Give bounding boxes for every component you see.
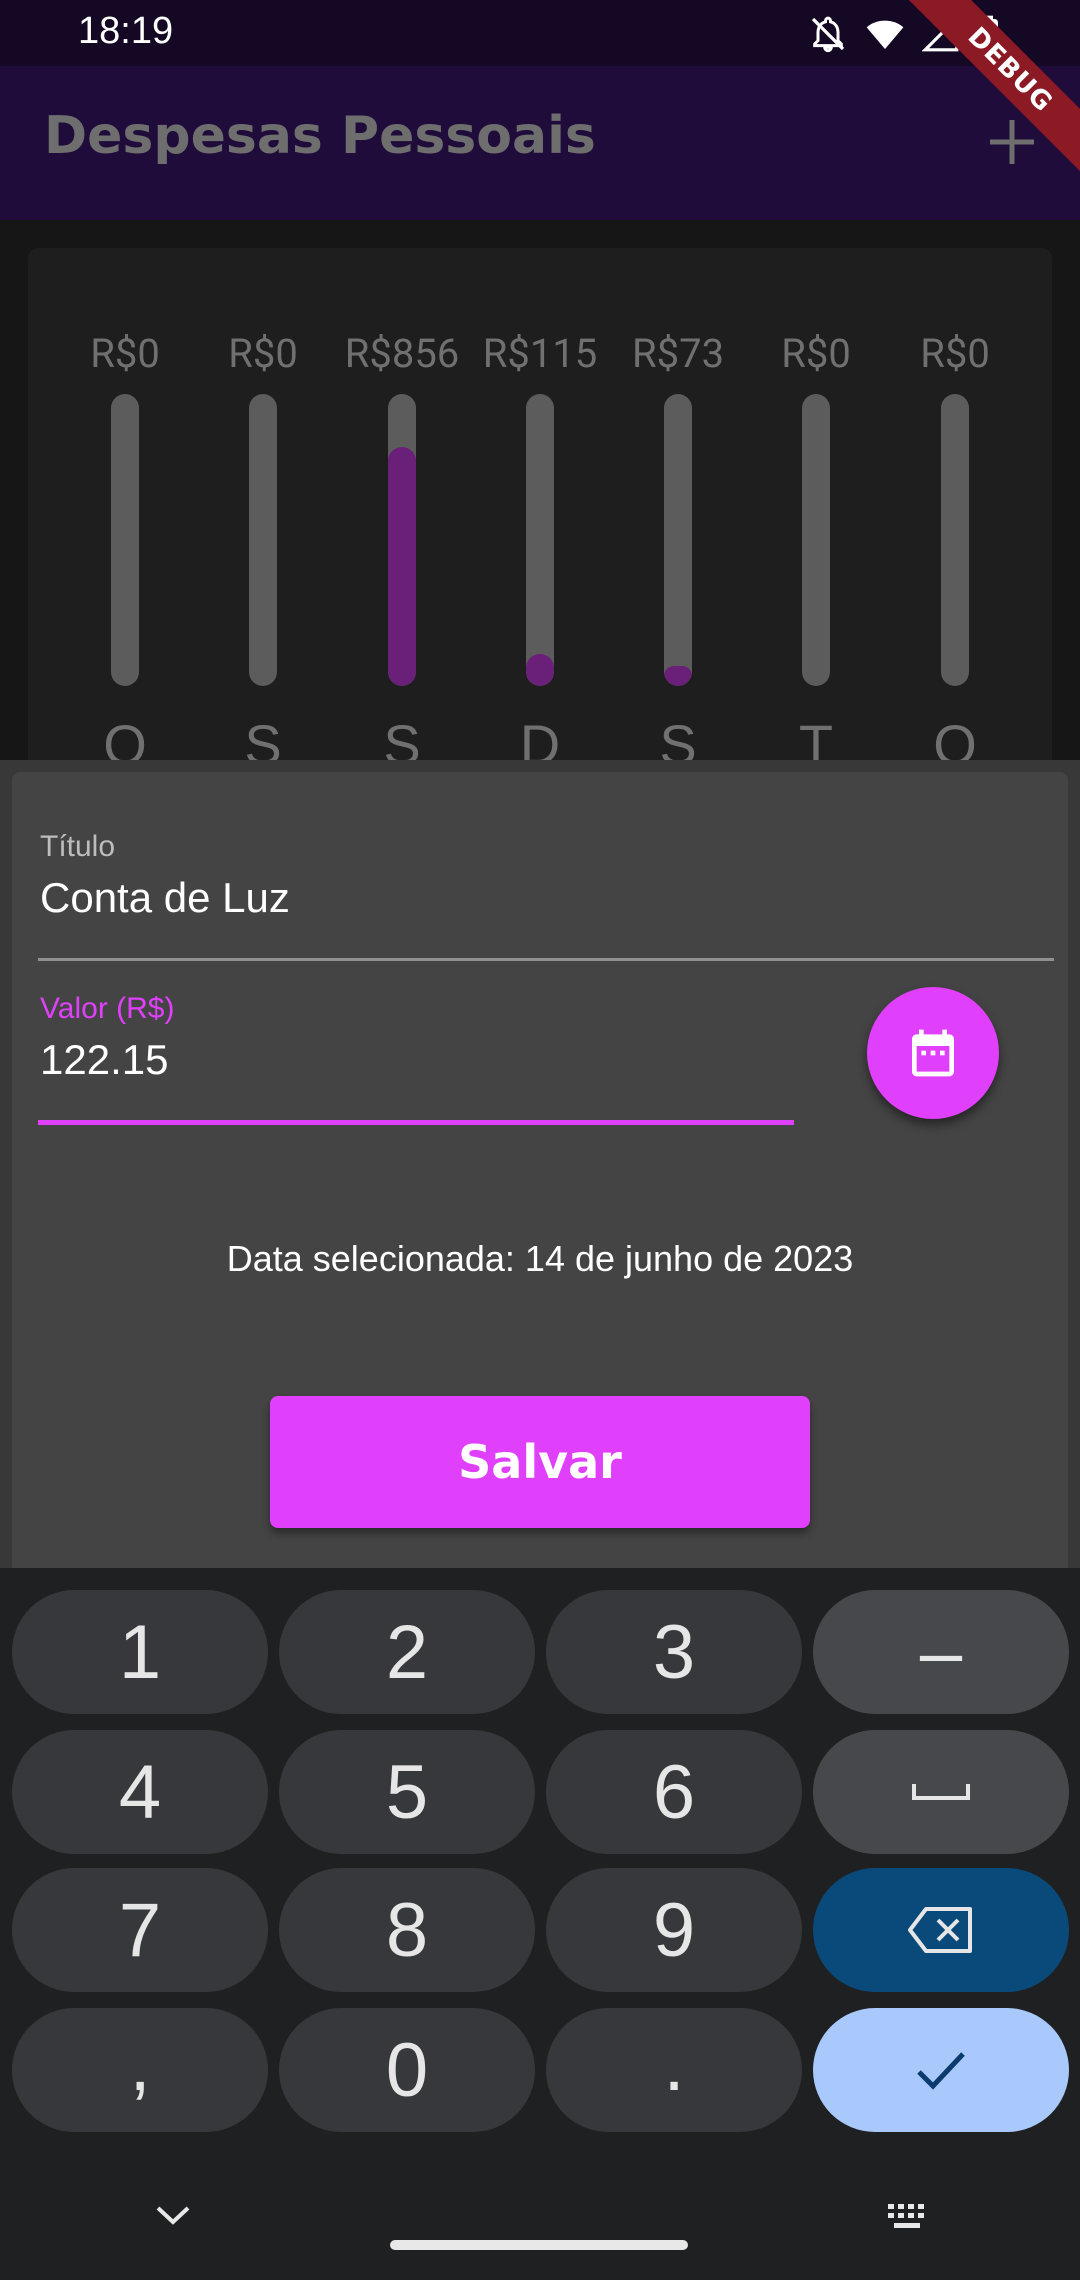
title-field-underline (38, 958, 1054, 961)
bar-fill (664, 665, 692, 686)
backspace-icon (908, 1907, 972, 1953)
title-field[interactable]: Conta de Luz (40, 874, 290, 922)
calendar-icon (912, 1029, 954, 1077)
checkmark-icon (917, 2052, 965, 2090)
key-1[interactable]: 1 (12, 1590, 268, 1714)
bar-value-label: R$856 (344, 330, 460, 377)
key-space[interactable] (813, 1730, 1069, 1854)
value-field-label: Valor (R$) (40, 992, 175, 1025)
bar-fill (388, 446, 416, 686)
key-7[interactable]: 7 (12, 1868, 268, 1992)
key-2[interactable]: 2 (279, 1590, 535, 1714)
home-gesture-bar[interactable] (390, 2240, 688, 2250)
key-minus[interactable]: – (813, 1590, 1069, 1714)
bar-value-label: R$0 (920, 330, 990, 377)
app-title: Despesas Pessoais (44, 106, 596, 166)
bar-value-label: R$0 (90, 330, 160, 377)
numeric-keyboard: 1 2 3– 4 5 6 7 8 9, 0. (0, 1568, 1080, 2280)
key-8[interactable]: 8 (279, 1868, 535, 1992)
transaction-form: Título Conta de Luz Valor (R$) 122.15 Da… (12, 772, 1068, 1568)
bottom-sheet: Título Conta de Luz Valor (R$) 122.15 Da… (0, 760, 1080, 1568)
bar-fill (526, 653, 554, 686)
key-backspace[interactable] (813, 1868, 1069, 1992)
bar-track (388, 394, 416, 686)
key-done[interactable] (813, 2008, 1069, 2132)
wifi-icon (866, 20, 904, 49)
bar-track (664, 394, 692, 686)
bar-track (111, 394, 139, 686)
modal-backdrop[interactable]: R$0 Q R$0 S R$856 S R$115 D R$73 S R$0 T R$0 Q (0, 220, 1080, 808)
weekly-chart-card: R$0 Q R$0 S R$856 S R$115 D R$73 S R$0 T R$0 Q (28, 248, 1052, 808)
key-6[interactable]: 6 (546, 1730, 802, 1854)
bar-value-label: R$115 (482, 330, 598, 377)
key-3[interactable]: 3 (546, 1590, 802, 1714)
key-period[interactable]: . (546, 2008, 802, 2132)
bar-value-label: R$73 (631, 330, 725, 377)
key-0[interactable]: 0 (279, 2008, 535, 2132)
key-4[interactable]: 4 (12, 1730, 268, 1854)
keyboard-icon[interactable] (884, 2202, 932, 2232)
key-9[interactable]: 9 (546, 1868, 802, 1992)
app-screen: 18:19 DEBUG Despesas Pessoais R$0 Q R$0 S R$… (0, 0, 1080, 2280)
space-icon (912, 1784, 970, 1800)
status-time: 18:19 (78, 10, 174, 52)
chevron-down-icon[interactable] (150, 2200, 196, 2230)
value-field[interactable]: 122.15 (40, 1036, 168, 1084)
title-field-label: Título (40, 830, 116, 863)
selected-date-text: Data selecionada: 14 de junho de 2023 (226, 1238, 854, 1279)
bar-track (941, 394, 969, 686)
select-date-button[interactable] (867, 987, 999, 1119)
notifications-off-icon (811, 16, 845, 53)
key-comma[interactable]: , (12, 2008, 268, 2132)
value-field-underline (38, 1120, 794, 1125)
bar-track (802, 394, 830, 686)
bar-track (526, 394, 554, 686)
bar-value-label: R$0 (781, 330, 851, 377)
bar-value-label: R$0 (228, 330, 298, 377)
save-button[interactable]: Salvar (270, 1396, 810, 1528)
key-5[interactable]: 5 (279, 1730, 535, 1854)
bar-track (249, 394, 277, 686)
app-bar: Despesas Pessoais (0, 66, 1080, 220)
